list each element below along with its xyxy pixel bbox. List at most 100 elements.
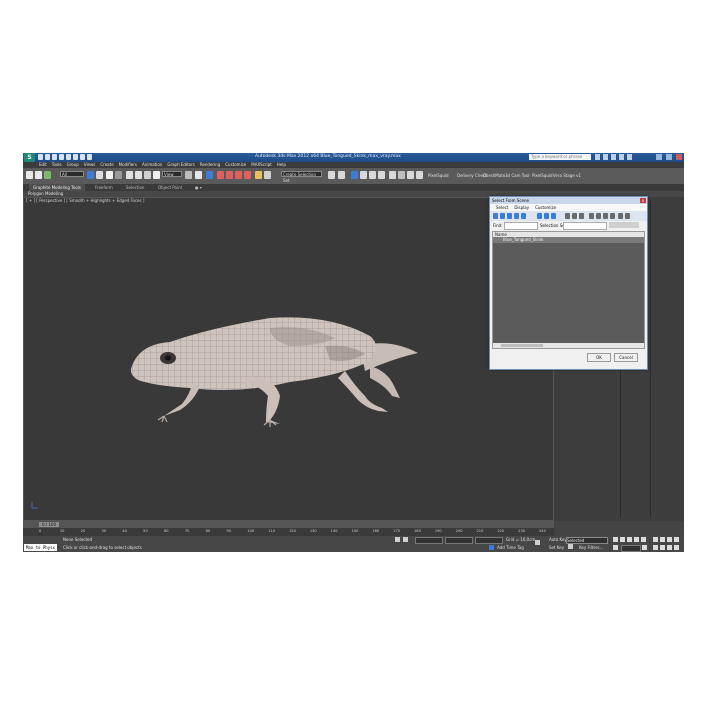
rectangle-selection-icon[interactable]: [106, 171, 113, 179]
app-logo-icon[interactable]: S: [24, 153, 35, 162]
ribbon-options-icon[interactable]: ● ▾: [191, 184, 206, 191]
key-mode-icon[interactable]: [535, 540, 540, 545]
sync-selection-icon[interactable]: [589, 213, 594, 219]
play-icon[interactable]: [627, 537, 632, 542]
ok-button[interactable]: OK: [587, 353, 611, 362]
add-time-tag[interactable]: Add Time Tag: [497, 545, 524, 550]
material-editor-icon[interactable]: [378, 171, 385, 179]
skink-model[interactable]: [120, 316, 420, 436]
goto-end-icon[interactable]: [641, 537, 646, 542]
open-file-icon[interactable]: [45, 154, 50, 160]
communication-icon[interactable]: [611, 154, 616, 160]
plugin-vera-stage[interactable]: Vera Stage v1: [553, 173, 581, 178]
scale-icon[interactable]: [144, 171, 151, 179]
select-manipulate-icon[interactable]: [195, 171, 202, 179]
time-slider-track[interactable]: 0 / 100: [23, 521, 554, 528]
percent-snap-icon[interactable]: [235, 171, 242, 179]
display-xrefs-icon[interactable]: [551, 213, 556, 219]
display-lights-icon[interactable]: [507, 213, 512, 219]
find-input[interactable]: [504, 222, 538, 230]
select-children-icon[interactable]: [596, 213, 601, 219]
current-frame-field[interactable]: [621, 545, 641, 552]
selection-filter-dropdown[interactable]: All: [60, 171, 84, 177]
x-coordinate-field[interactable]: [415, 537, 443, 544]
field-of-view-icon[interactable]: [653, 545, 658, 550]
dialog-menu-display[interactable]: Display: [514, 204, 529, 211]
rotate-icon[interactable]: [135, 171, 142, 179]
dialog-menu-customize[interactable]: Customize: [535, 204, 556, 211]
orbit-icon[interactable]: [667, 545, 672, 550]
named-selection-dropdown[interactable]: Create Selection Set: [281, 171, 322, 183]
graphite-toggle-icon[interactable]: [351, 171, 358, 179]
select-none-icon[interactable]: [572, 213, 577, 219]
viewport-label[interactable]: [ + ] [ Perspective ] [ Smooth + Highlig…: [26, 198, 144, 203]
select-invert-icon[interactable]: [579, 213, 584, 219]
close-icon[interactable]: ×: [640, 198, 646, 203]
funnel-icon[interactable]: [625, 213, 630, 219]
maximize-viewport-icon[interactable]: [674, 545, 679, 550]
display-spacewarps-icon[interactable]: [537, 213, 542, 219]
select-all-icon[interactable]: [565, 213, 570, 219]
selection-set-icons[interactable]: [609, 222, 639, 228]
auto-key-label[interactable]: Auto Key: [549, 537, 567, 542]
render-iterative-icon[interactable]: [416, 171, 423, 179]
layer-manager-icon[interactable]: [338, 171, 345, 179]
zoom-extents-icon[interactable]: [667, 537, 672, 542]
dialog-menu-select[interactable]: Select: [496, 204, 508, 211]
zoom-all-icon[interactable]: [660, 537, 665, 542]
plugin-pixelsquid-2[interactable]: PixelSquid: [532, 173, 553, 178]
minimize-icon[interactable]: [656, 154, 662, 160]
render-production-icon[interactable]: [407, 171, 414, 179]
display-geometry-icon[interactable]: [493, 213, 498, 219]
favorites-icon[interactable]: [619, 154, 624, 160]
tab-selection[interactable]: Selection: [122, 184, 148, 191]
select-dependents-icon[interactable]: [610, 213, 615, 219]
schematic-view-icon[interactable]: [369, 171, 376, 179]
project-folder-icon[interactable]: [87, 154, 92, 160]
bind-spacewarp-icon[interactable]: [44, 171, 51, 179]
goto-start-icon[interactable]: [613, 537, 618, 542]
search-input[interactable]: Type a keyword or phrase: [529, 154, 591, 160]
selection-set-dropdown[interactable]: [563, 222, 607, 230]
pan-view-icon[interactable]: [660, 545, 665, 550]
tab-graphite-modeling-tools[interactable]: Graphite Modeling Tools: [29, 184, 86, 191]
scene-object-list[interactable]: Name Blue_Tongued_Skink: [492, 231, 645, 349]
key-filter-dropdown[interactable]: Selected: [566, 537, 608, 544]
pivot-center-icon[interactable]: [185, 171, 192, 179]
spinner-snap-icon[interactable]: [244, 171, 251, 179]
time-config-icon[interactable]: [642, 545, 647, 550]
previous-frame-icon[interactable]: [620, 537, 625, 542]
scrollbar-thumb[interactable]: [501, 344, 543, 347]
edit-named-selection-icon[interactable]: [255, 171, 262, 179]
new-file-icon[interactable]: [38, 154, 43, 160]
maxscript-listener[interactable]: Max to Physx: [24, 544, 57, 551]
maximize-icon[interactable]: [666, 154, 672, 160]
display-groups-icon[interactable]: [544, 213, 549, 219]
y-coordinate-field[interactable]: [445, 537, 473, 544]
cancel-button[interactable]: Cancel: [614, 353, 638, 362]
window-crossing-icon[interactable]: [115, 171, 122, 179]
close-icon[interactable]: [676, 154, 682, 160]
filter-icon[interactable]: [618, 213, 623, 219]
select-influences-icon[interactable]: [603, 213, 608, 219]
curve-editor-icon[interactable]: [360, 171, 367, 179]
select-object-icon[interactable]: [87, 171, 94, 179]
next-frame-icon[interactable]: [634, 537, 639, 542]
unlink-icon[interactable]: [35, 171, 42, 179]
tab-object-paint[interactable]: Object Paint: [154, 184, 186, 191]
save-file-icon[interactable]: [52, 154, 57, 160]
undo-icon[interactable]: [59, 154, 64, 160]
snaps-toggle-icon[interactable]: [217, 171, 224, 179]
fetch-icon[interactable]: [80, 154, 85, 160]
link-icon[interactable]: [26, 171, 33, 179]
display-shapes-icon[interactable]: [500, 213, 505, 219]
search-icon[interactable]: [595, 154, 600, 160]
plugin-pixelsquid[interactable]: PixelSquid: [428, 173, 449, 178]
mirror-icon[interactable]: [264, 171, 271, 179]
time-slider[interactable]: 0 / 100: [39, 522, 59, 527]
rendered-frame-icon[interactable]: [398, 171, 405, 179]
display-helpers-icon[interactable]: [521, 213, 526, 219]
zoom-extents-all-icon[interactable]: [674, 537, 679, 542]
set-key-icon[interactable]: [568, 544, 573, 549]
plugin-3d-cam-tool[interactable]: 3d Cam Tool: [505, 173, 530, 178]
